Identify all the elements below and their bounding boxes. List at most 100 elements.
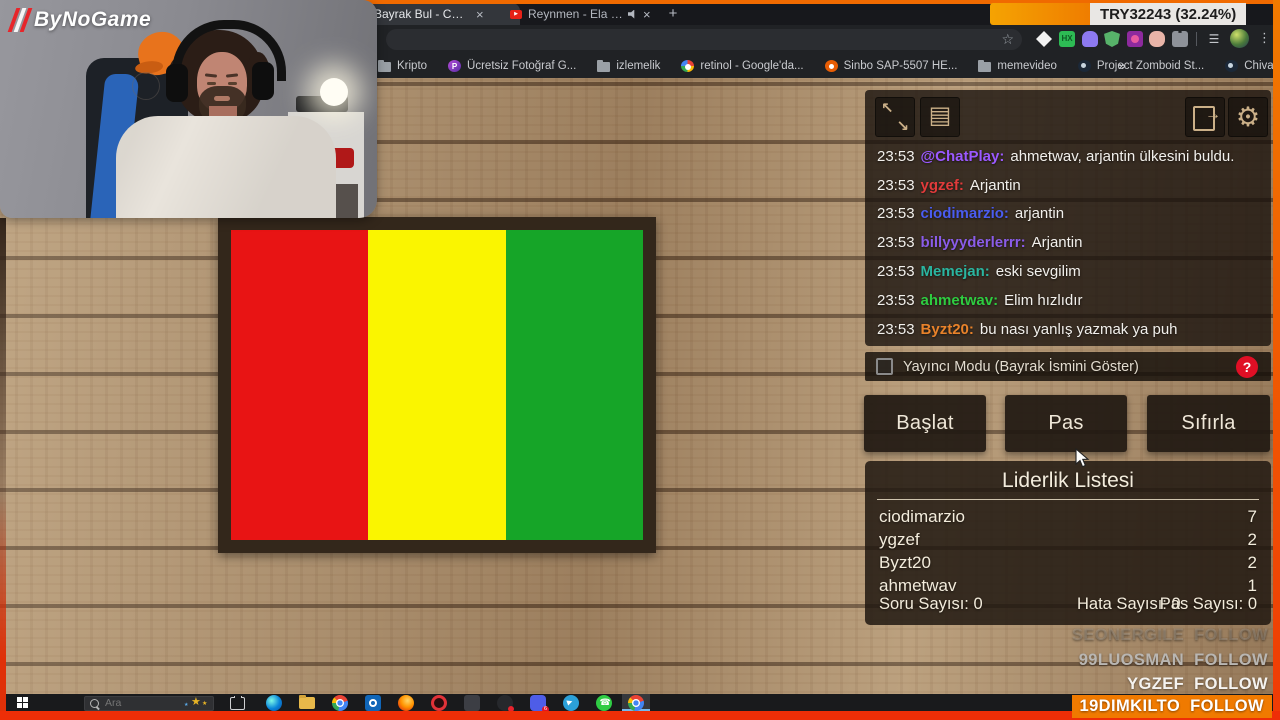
- chat-timestamp: 23:53: [877, 205, 915, 223]
- bookmark-item[interactable]: retinol - Google'da...: [681, 60, 804, 72]
- discord-icon[interactable]: 6: [530, 694, 549, 713]
- chat-username[interactable]: billyyyderlerrr:: [921, 234, 1026, 251]
- bookmark-item[interactable]: Kripto: [378, 60, 427, 72]
- chat-username[interactable]: Byzt20:: [921, 321, 974, 338]
- tab-youtube[interactable]: ▶ Reynmen - Ela (Official Vid... ×: [502, 3, 674, 25]
- reading-list-icon[interactable]: ☰: [1206, 31, 1222, 47]
- firefox-icon[interactable]: [398, 694, 414, 711]
- chat-text: Arjantin: [1031, 234, 1083, 252]
- bookmark-label: izlemelik: [616, 60, 661, 72]
- chat-timestamp: 23:53: [877, 263, 915, 281]
- fullscreen-icon[interactable]: [875, 97, 915, 137]
- chat-username[interactable]: @ChatPlay:: [921, 148, 1005, 165]
- folder-icon: [597, 60, 611, 72]
- headphone-cup-right: [252, 62, 274, 100]
- extension-finger-icon[interactable]: [1149, 31, 1165, 47]
- lamp: [320, 78, 348, 106]
- popout-icon[interactable]: [1185, 97, 1225, 137]
- tab-title: Bayrak Bul - ChatPlay: [374, 7, 470, 21]
- file-explorer-icon[interactable]: [299, 694, 315, 709]
- dark-app-icon[interactable]: [464, 694, 480, 711]
- steam-icon: [1077, 60, 1091, 72]
- tab-bayrak-bul[interactable]: Bayrak Bul - ChatPlay ×: [360, 3, 520, 25]
- bookmark-item[interactable]: Chivalry 2 Steam'de: [1225, 60, 1280, 72]
- bookmark-item[interactable]: P Ücretsiz Fotoğraf G...: [448, 60, 576, 72]
- whatsapp-icon[interactable]: [596, 694, 612, 711]
- telegram-icon[interactable]: [563, 694, 579, 711]
- address-bar[interactable]: ☆: [386, 29, 1022, 50]
- chat-username[interactable]: ahmetwav:: [921, 292, 999, 309]
- goal-progress-bar: [990, 3, 1090, 25]
- google-icon: [681, 60, 695, 72]
- browser-menu-icon[interactable]: ⋮: [1258, 30, 1271, 46]
- leaderboard-player: ahmetwav: [879, 575, 957, 595]
- leaderboard-row: Byzt20 2: [879, 551, 1257, 574]
- search-input[interactable]: [103, 696, 187, 710]
- sponsor-logo: ByNoGame: [7, 8, 152, 32]
- chat-log-icon[interactable]: ▤: [920, 97, 960, 137]
- pass-button[interactable]: Pas: [1005, 395, 1127, 452]
- chat-timestamp: 23:53: [877, 234, 915, 252]
- bynogame-stripes-icon: [7, 8, 33, 32]
- profile-avatar[interactable]: [1230, 29, 1249, 48]
- bookmark-label: Ücretsiz Fotoğraf G...: [467, 60, 577, 72]
- leaderboard-score: 2: [1247, 552, 1257, 572]
- bookmark-label: retinol - Google'da...: [700, 60, 804, 72]
- chat-message: 23:53 Byzt20: bu nası yanlış yazmak ya p…: [877, 315, 1263, 344]
- eye: [228, 82, 237, 85]
- extension-purple-icon[interactable]: [1127, 31, 1143, 47]
- leaderboard-panel: Liderlik Listesi ciodimarzio 7 ygzef 2 B…: [865, 461, 1271, 625]
- goal-badge: TRY32243 (32.24%): [990, 3, 1247, 25]
- extension-ghost-icon[interactable]: [1082, 31, 1098, 47]
- frame-border-right: [1273, 0, 1280, 720]
- start-button-windows[interactable]: [2, 694, 42, 711]
- bookmark-star-icon[interactable]: ☆: [1001, 31, 1014, 48]
- leaderboard-score: 1: [1247, 575, 1257, 595]
- bookmarks-overflow-chevron[interactable]: »: [1118, 57, 1126, 73]
- search-highlights-icon[interactable]: ★ ★ ★: [183, 694, 213, 711]
- chat-username[interactable]: Memejan:: [921, 263, 990, 280]
- windows-taskbar: ★★★: [0, 694, 1280, 713]
- headphone-cup-left: [166, 64, 188, 102]
- bookmark-item[interactable]: izlemelik: [597, 60, 660, 72]
- recorder-app-icon[interactable]: [497, 694, 514, 712]
- broadcaster-mode-checkbox[interactable]: [876, 358, 893, 375]
- bookmark-item[interactable]: Sinbo SAP-5507 HE...: [824, 60, 957, 72]
- chat-message: 23:53 ahmetwav: Elim hızlıdır: [877, 286, 1263, 315]
- help-button[interactable]: ?: [1236, 355, 1258, 378]
- chrome-active-icon[interactable]: [628, 694, 644, 711]
- youtube-icon: ▶: [510, 9, 522, 19]
- speaker-icon[interactable]: [628, 9, 635, 19]
- leaderboard-stats: Soru Sayısı: 0 Hata Sayısı: 0 Pas Sayısı…: [879, 595, 1257, 617]
- chat-timestamp: 23:53: [877, 291, 915, 309]
- streamer-mouth: [214, 96, 230, 101]
- tab-close-icon[interactable]: ×: [643, 8, 651, 21]
- bynogame-logo-text: ByNoGame: [34, 8, 152, 31]
- bookmark-item[interactable]: memevideo: [978, 60, 1057, 72]
- new-tab-button[interactable]: +: [664, 5, 682, 23]
- bookmark-label: Project Zomboid St...: [1096, 60, 1205, 72]
- flag-display: [218, 217, 656, 553]
- chat-messages: 23:53 @ChatPlay: ahmetwav, arjantin ülke…: [877, 142, 1263, 344]
- chat-username[interactable]: ygzef:: [921, 177, 964, 194]
- chrome-icon[interactable]: [332, 694, 348, 711]
- extension-cards-icon[interactable]: [1036, 31, 1052, 47]
- goal-text: TRY32243 (32.24%): [1090, 3, 1247, 25]
- reset-button[interactable]: Sıfırla: [1147, 395, 1270, 452]
- extensions-puzzle-icon[interactable]: [1172, 31, 1188, 47]
- task-view-icon[interactable]: [230, 695, 245, 710]
- start-button[interactable]: Başlat: [864, 395, 986, 452]
- bookmark-item[interactable]: Project Zomboid St...: [1077, 60, 1205, 72]
- settings-gear-icon[interactable]: ⚙: [1228, 97, 1268, 137]
- flag-stripe-green: [505, 230, 643, 540]
- chat-message: 23:53 ygzef: Arjantin: [877, 171, 1263, 200]
- tab-close-icon[interactable]: ×: [476, 8, 484, 21]
- extension-shield-icon[interactable]: [1104, 31, 1120, 47]
- chat-username[interactable]: ciodimarzio:: [921, 205, 1009, 222]
- opera-icon[interactable]: [431, 694, 447, 711]
- outlook-icon[interactable]: [365, 694, 381, 711]
- edge-icon[interactable]: [266, 694, 282, 711]
- extension-hx-icon[interactable]: HX: [1059, 31, 1075, 47]
- leaderboard-score: 2: [1247, 529, 1257, 549]
- folder-icon: [378, 60, 391, 72]
